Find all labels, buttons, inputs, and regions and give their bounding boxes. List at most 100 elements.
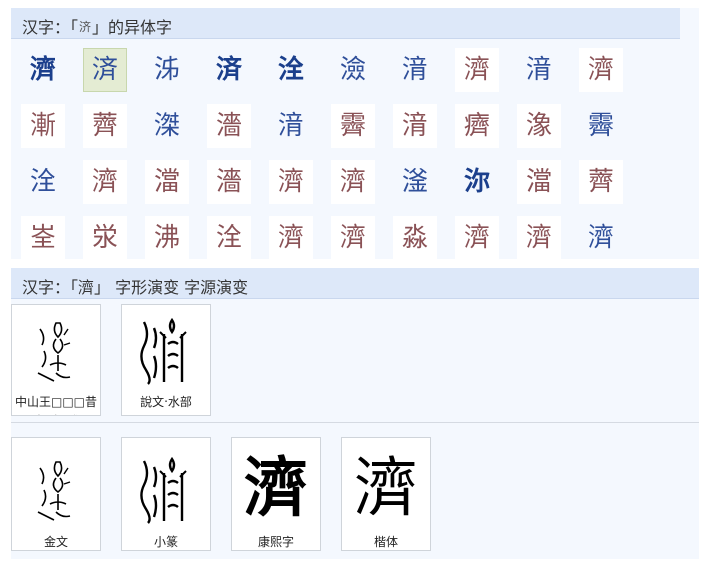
variant-char: 濟 — [339, 167, 366, 197]
variant-char-cell[interactable]: 濟 — [269, 216, 313, 260]
variants-title-char: 济 — [79, 20, 92, 34]
variant-char: 薺 — [91, 111, 118, 141]
variant-char-cell[interactable]: 濟 — [579, 48, 623, 92]
evolution-card-shuowen[interactable]: 說文‧水部 — [121, 304, 211, 416]
variant-char: 霽 — [339, 111, 366, 141]
variant-char: 薺 — [587, 167, 614, 197]
variant-char-cell[interactable]: 濟 — [455, 48, 499, 92]
variant-char: 湇 — [525, 55, 552, 85]
variant-char-cell[interactable]: 澢 — [517, 160, 561, 204]
xiaozhuan-glyph-image — [122, 446, 210, 532]
variant-char-cell[interactable]: 濇 — [207, 160, 251, 204]
card-caption: 說文‧水部 — [140, 395, 192, 409]
variant-char: 濟 — [91, 167, 118, 197]
seal-glyph-image — [122, 309, 210, 391]
variant-char: 濟 — [587, 223, 614, 253]
variant-char: 洤 — [277, 55, 304, 85]
variant-char-cell[interactable]: 滏 — [393, 160, 437, 204]
kangxi-glyph: 濟 — [232, 446, 320, 532]
evolution-panel: 汉字：「濟」 字形演变 字源演变 中山王□□□昔□壺(金)戰國 說文‧水部 — [11, 268, 699, 559]
variant-char: 濟 — [339, 223, 366, 253]
variant-char: 滐 — [153, 111, 180, 141]
evolution-card-bronze-source[interactable]: 中山王□□□昔□壺(金)戰國 — [11, 304, 101, 416]
variant-char-cell[interactable]: 澰 — [331, 48, 375, 92]
variant-char-cell[interactable]: 漸 — [21, 104, 65, 148]
variant-char-cell[interactable]: 濟 — [455, 216, 499, 260]
variant-char-cell[interactable]: 峑 — [21, 216, 65, 260]
variant-char: 湇 — [277, 111, 304, 141]
variants-title-suffix: 」的异体字 — [92, 18, 173, 37]
variants-title-prefix: 汉字：「 — [22, 18, 79, 37]
variant-char-cell[interactable]: 洤 — [21, 160, 65, 204]
variant-char-cell[interactable]: 濟 — [83, 160, 127, 204]
variant-char: 霽 — [587, 111, 614, 141]
variant-char-cell[interactable]: 沵 — [455, 160, 499, 204]
variant-char: 沵 — [463, 167, 490, 197]
variant-char-cell[interactable]: 癠 — [455, 104, 499, 148]
variant-char-cell[interactable]: 潒 — [517, 104, 561, 148]
variant-char: 沸 — [153, 223, 180, 253]
variant-char: 湇 — [401, 55, 428, 85]
variant-char-cell[interactable]: 澢 — [145, 160, 189, 204]
variant-char: 漸 — [29, 111, 56, 141]
variant-char: 湇 — [401, 111, 428, 141]
variant-char-cell[interactable]: 済 — [83, 48, 127, 92]
variant-char-cell[interactable]: 済 — [207, 48, 251, 92]
evolution-card-kaiti[interactable]: 濟 楷体 — [341, 437, 431, 551]
variant-char-cell[interactable]: 沸 — [145, 216, 189, 260]
variant-char-cell[interactable]: 泶 — [83, 216, 127, 260]
card-caption: 金文 — [43, 535, 68, 549]
evolution-card-jinwen[interactable]: 金文 — [11, 437, 101, 551]
variant-char: 濟 — [29, 55, 56, 85]
variants-panel: 汉字：「济」的异体字 濟済泲済洤澰湇濟湇濟漸薺滐濇湇霽湇癠潒霽洤濟澢濇濟濟滏沵澢… — [11, 8, 699, 260]
variant-char-cell[interactable]: 湇 — [269, 104, 313, 148]
variant-char-cell[interactable]: 濟 — [331, 216, 375, 260]
variant-grid: 濟済泲済洤澰湇濟湇濟漸薺滐濇湇霽湇癠潒霽洤濟澢濇濟濟滏沵澢薺峑泶沸洤濟濟淼濟濟濟 — [21, 48, 641, 260]
variant-char: 泶 — [91, 223, 118, 253]
variants-header: 汉字：「济」的异体字 — [11, 8, 680, 39]
variant-char-cell[interactable]: 濇 — [207, 104, 251, 148]
evolution-card-xiaozhuan[interactable]: 小篆 — [121, 437, 211, 551]
bronze-glyph-image — [12, 309, 100, 391]
variant-char-cell[interactable]: 濟 — [269, 160, 313, 204]
evolution-header: 汉字：「濟」 字形演变 字源演变 — [11, 268, 699, 299]
variant-char: 濇 — [215, 111, 242, 141]
variant-char: 淼 — [401, 223, 428, 253]
variant-char-cell[interactable]: 濟 — [331, 160, 375, 204]
variant-char-cell[interactable]: 泲 — [145, 48, 189, 92]
variant-char-cell[interactable]: 洤 — [207, 216, 251, 260]
card-caption: 中山王□□□昔□壺(金)戰國 — [14, 395, 97, 415]
variant-char: 泲 — [153, 55, 180, 85]
variant-char-cell[interactable]: 薺 — [83, 104, 127, 148]
variant-char: 潒 — [525, 111, 552, 141]
variant-char-cell[interactable]: 濟 — [517, 216, 561, 260]
variant-char: 洤 — [215, 223, 242, 253]
variant-char: 澢 — [153, 167, 180, 197]
variant-char: 濟 — [277, 167, 304, 197]
variant-char-cell[interactable]: 淼 — [393, 216, 437, 260]
variant-char: 濟 — [463, 223, 490, 253]
variant-char: 済 — [91, 55, 118, 85]
variant-char-cell[interactable]: 霽 — [579, 104, 623, 148]
variant-char-cell[interactable]: 滐 — [145, 104, 189, 148]
variant-char: 済 — [215, 55, 242, 85]
variant-char-cell[interactable]: 濟 — [579, 216, 623, 260]
variant-char-cell[interactable]: 濟 — [21, 48, 65, 92]
kaiti-glyph: 濟 — [342, 446, 430, 532]
card-caption: 康熙字 — [257, 535, 294, 549]
evolution-card-kangxi[interactable]: 濟 康熙字 — [231, 437, 321, 551]
variants-title: 汉字：「济」的异体字 — [22, 14, 172, 38]
kaiti-char: 濟 — [354, 452, 418, 526]
variant-char-cell[interactable]: 霽 — [331, 104, 375, 148]
row-divider — [11, 422, 699, 423]
variant-char-cell[interactable]: 湇 — [517, 48, 561, 92]
jinwen-glyph-image — [12, 446, 100, 532]
variant-char-cell[interactable]: 薺 — [579, 160, 623, 204]
card-caption: 小篆 — [153, 535, 178, 549]
variant-char: 癠 — [463, 111, 490, 141]
variant-char-cell[interactable]: 湇 — [393, 104, 437, 148]
variant-char-cell[interactable]: 洤 — [269, 48, 313, 92]
variant-char-cell[interactable]: 湇 — [393, 48, 437, 92]
card-caption: 楷体 — [373, 535, 398, 549]
variant-char: 濟 — [587, 55, 614, 85]
